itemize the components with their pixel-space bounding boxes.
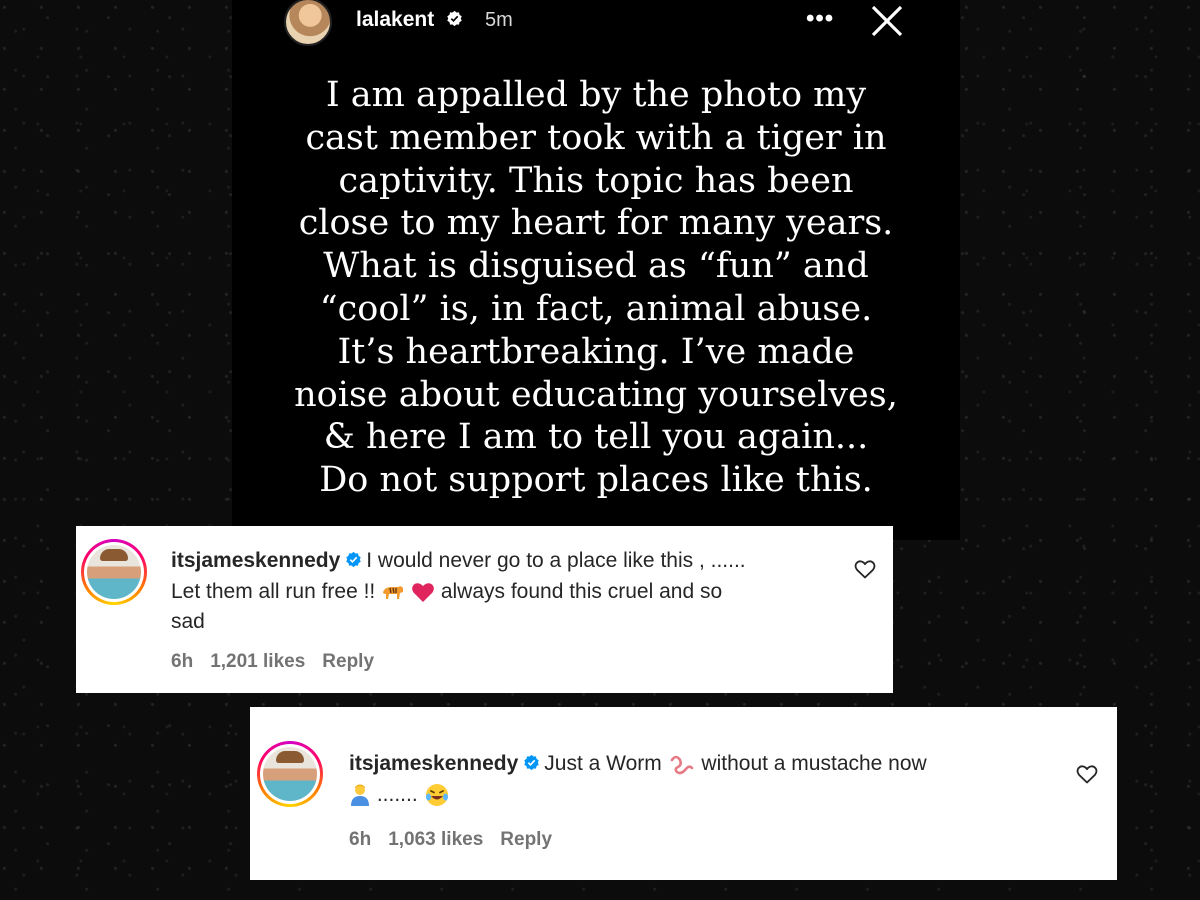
story-line: cast member took with a tiger in [305,117,887,158]
comment-text-part: always found this cruel and so [440,579,723,603]
verified-badge-icon [346,551,361,568]
avatar-hair [100,549,128,561]
comment-text-part: without a mustache now [701,752,927,775]
comment-meta: 6h 1,063 likes Reply [349,829,569,851]
comment-text-part: ....... [376,782,418,806]
heart-outline-icon[interactable] [854,559,876,579]
verified-badge-icon [524,754,539,771]
commenter-avatar[interactable] [257,741,323,807]
verified-badge-icon [447,10,462,27]
worm-emoji-icon [670,756,693,775]
story-username[interactable]: lalakent [356,8,463,32]
story-panel: lalakent 5m ••• I am appalled by the pho… [232,0,960,540]
reply-button[interactable]: Reply [500,829,552,850]
story-text: I am appalled by the photo my cast membe… [232,74,960,502]
comment-text-part: Just a Worm [544,752,662,775]
more-options-icon[interactable]: ••• [806,7,834,31]
commenter-username[interactable]: itsjameskennedy [171,549,340,572]
story-avatar[interactable] [284,0,332,46]
story-line: close to my heart for many years. [298,203,894,244]
story-line: & here I am to tell you again... [323,417,869,458]
comment-card: itsjameskennedy I would never go to a pl… [76,526,893,693]
story-line: “cool” is, in fact, animal abuse. [319,288,873,329]
story-line: captivity. This topic has been [338,160,854,201]
avatar-hair [276,751,304,763]
story-line: I am appalled by the photo my [325,75,867,115]
red-heart-emoji-icon [412,583,434,602]
story-line: It’s heartbreaking. I’ve made [337,331,855,372]
heart-outline-icon[interactable] [1076,764,1098,784]
comment-text-part: I would never go to a place like this , … [366,549,746,572]
comment-meta: 6h 1,201 likes Reply [171,651,391,673]
story-line: Do not support places like this. [319,460,873,501]
close-icon[interactable] [870,4,904,38]
comment-text: itsjameskennedy I would never go to a pl… [171,546,831,638]
reply-button[interactable]: Reply [322,651,374,672]
comment-time: 6h [349,829,372,850]
comment-text: itsjameskennedy Just a Worm without a mu… [349,749,1049,810]
comment-likes[interactable]: 1,063 likes [388,829,483,850]
story-username-text[interactable]: lalakent [356,8,434,31]
story-line: What is disguised as “fun” and [323,246,869,287]
commenter-avatar[interactable] [81,539,147,605]
laughing-emoji-icon [425,783,448,806]
comment-time: 6h [171,651,194,672]
comment-text-part: Let them all run free !! [171,579,376,603]
story-line: noise about educating yourselves, [294,374,898,415]
commenter-username[interactable]: itsjameskennedy [349,752,518,775]
comment-card: itsjameskennedy Just a Worm without a mu… [250,707,1117,880]
comment-text-part: sad [171,610,205,633]
comment-likes[interactable]: 1,201 likes [210,651,305,672]
tiger-emoji-icon [383,586,404,599]
story-header: lalakent 5m ••• [232,0,960,46]
person-emoji-icon [351,784,369,806]
story-time: 5m [485,9,513,31]
